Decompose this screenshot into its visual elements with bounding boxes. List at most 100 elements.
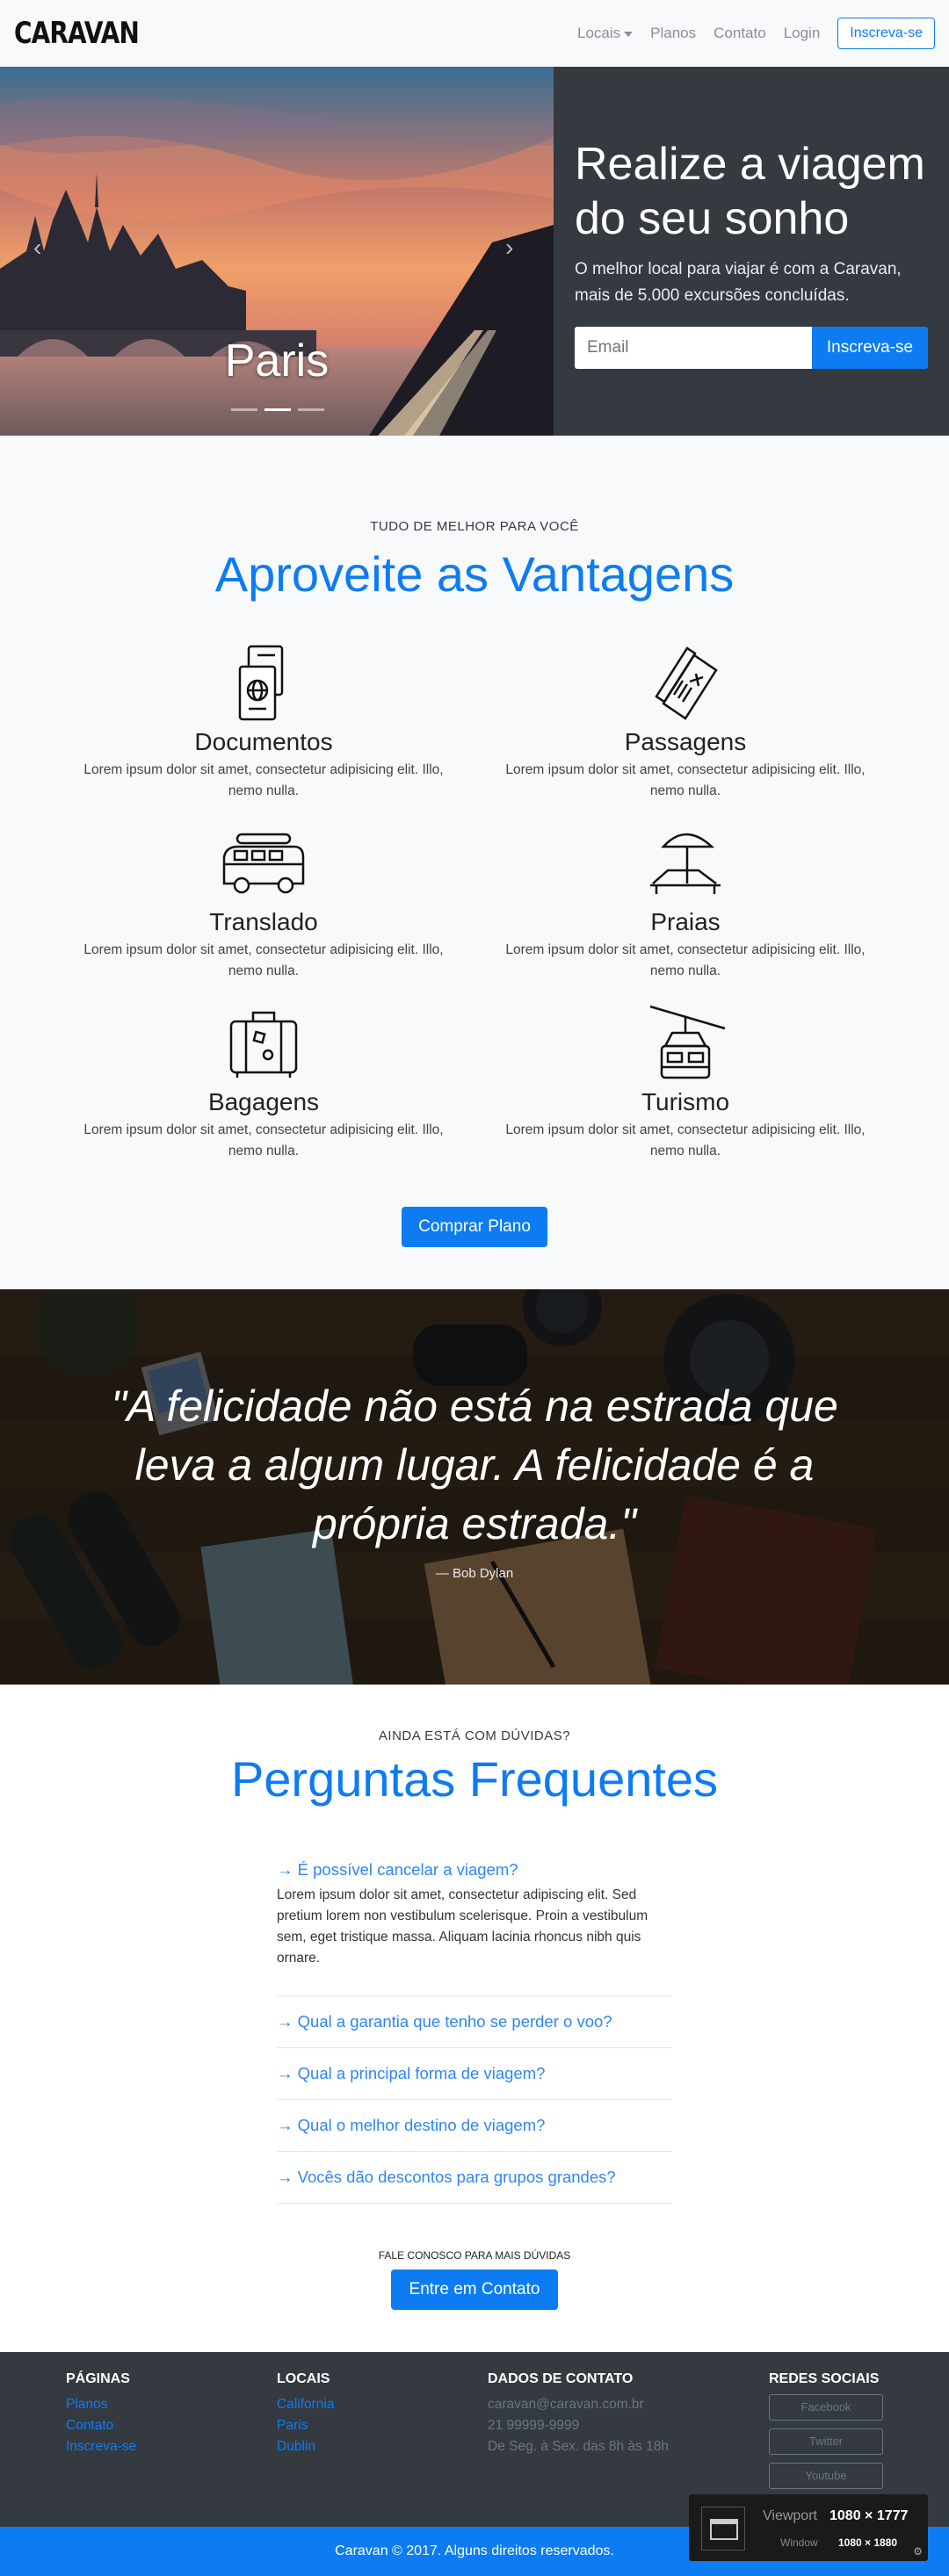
feature-passagens: Passagens Lorem ipsum dolor sit amet, co…	[492, 642, 879, 802]
feature-praias: Praias Lorem ipsum dolor sit amet, conse…	[492, 822, 879, 982]
faq-item[interactable]: → Qual o melhor destino de viagem?	[277, 2100, 672, 2152]
cable-car-icon	[649, 1005, 726, 1079]
carousel-indicator[interactable]	[231, 408, 257, 411]
twitter-button[interactable]: Twitter	[769, 2428, 883, 2455]
hero-section: ‹ › Paris Realize a viagem do seu sonho …	[0, 67, 949, 436]
feature-bagagens: Bagagens Lorem ipsum dolor sit amet, con…	[70, 1002, 457, 1162]
feature-translado: Translado Lorem ipsum dolor sit amet, co…	[70, 822, 457, 982]
carousel-next-icon[interactable]: ›	[505, 234, 513, 262]
window-icon	[701, 2507, 745, 2551]
window-value: 1080 × 1880	[838, 2536, 898, 2549]
nav-links: Locais Planos Contato Login Inscreva-se	[569, 18, 935, 49]
signup-form: Inscreva-se	[575, 327, 928, 369]
carousel-indicator-active[interactable]	[264, 408, 291, 411]
footer-link-paris[interactable]: Paris	[277, 2415, 334, 2436]
footer-pages: PÁGINAS Planos Contato Inscreva-se	[66, 2371, 136, 2457]
gear-icon[interactable]: ⚙	[913, 2545, 923, 2558]
faq-section: AINDA ESTÁ COM DÚVIDAS? Perguntas Freque…	[0, 1685, 949, 2352]
faq-item[interactable]: → É possível cancelar a viagem? Lorem ip…	[277, 1860, 672, 1996]
email-input[interactable]	[575, 327, 812, 369]
features-title: Aproveite as Vantagens	[214, 546, 735, 602]
footer-contact: DADOS DE CONTATO caravan@caravan.com.br …	[488, 2371, 669, 2457]
nav-link-login[interactable]: Login	[775, 25, 829, 42]
feature-title: Bagagens	[207, 1088, 320, 1115]
faq-question[interactable]: → É possível cancelar a viagem?	[277, 1860, 672, 1880]
feature-title: Translado	[209, 908, 318, 935]
signup-button[interactable]: Inscreva-se	[812, 327, 928, 369]
nav-link-label: Locais	[577, 25, 621, 41]
feature-text: Lorem ipsum dolor sit amet, consectetur …	[505, 762, 866, 798]
faq-title: Perguntas Frequentes	[230, 1751, 719, 1807]
faq-item[interactable]: → Qual a garantia que tenho se perder o …	[277, 1996, 672, 2048]
footer-locations: LOCAIS California Paris Dublin	[277, 2371, 334, 2457]
quote-text: "A felicidade não está na estrada que le…	[111, 1382, 838, 1548]
feature-text: Lorem ipsum dolor sit amet, consectetur …	[83, 762, 444, 798]
footer-social: REDES SOCIAIS Facebook Twitter Youtube	[769, 2371, 883, 2497]
hero-subtitle: O melhor local para viajar é com a Carav…	[575, 260, 902, 305]
features-section: TUDO DE MELHOR PARA VOCÊ Aproveite as Va…	[0, 436, 949, 1289]
faq-item[interactable]: → Vocês dão descontos para grupos grande…	[277, 2152, 672, 2204]
footer-link-california[interactable]: California	[277, 2394, 334, 2415]
footer-heading: LOCAIS	[277, 2371, 330, 2386]
nav-link-contato[interactable]: Contato	[705, 25, 775, 42]
feature-text: Lorem ipsum dolor sit amet, consectetur …	[83, 1122, 444, 1158]
feature-text: Lorem ipsum dolor sit amet, consectetur …	[505, 1122, 866, 1158]
feature-title: Praias	[650, 908, 721, 935]
carousel-indicator[interactable]	[298, 408, 324, 411]
faq-answer: Lorem ipsum dolor sit amet, consectetur …	[277, 1887, 648, 1966]
youtube-button[interactable]: Youtube	[769, 2463, 883, 2489]
van-icon	[222, 833, 305, 894]
navbar: CARAVAN Locais Planos Contato Login Insc…	[0, 0, 949, 67]
faq-item[interactable]: → Qual a principal forma de viagem?	[277, 2048, 672, 2100]
feature-text: Lorem ipsum dolor sit amet, consectetur …	[505, 942, 866, 978]
faq-question[interactable]: → Qual o melhor destino de viagem?	[277, 2116, 672, 2135]
brand-logo[interactable]: CARAVAN	[14, 16, 140, 51]
suitcase-icon	[229, 1011, 298, 1078]
feature-turismo: Turismo Lorem ipsum dolor sit amet, cons…	[492, 1002, 879, 1162]
footer-link-inscreva[interactable]: Inscreva-se	[66, 2436, 136, 2457]
faq-question[interactable]: → Qual a garantia que tenho se perder o …	[277, 2012, 672, 2031]
faq-question[interactable]: → Vocês dão descontos para grupos grande…	[277, 2168, 672, 2187]
nav-link-locais[interactable]: Locais	[569, 25, 641, 42]
features-tag: TUDO DE MELHOR PARA VOCÊ	[370, 519, 579, 534]
footer-heading: REDES SOCIAIS	[769, 2371, 880, 2386]
window-label: Window	[780, 2536, 818, 2549]
footer-heading: PÁGINAS	[66, 2371, 130, 2386]
nav-link-planos[interactable]: Planos	[641, 25, 705, 42]
faq-tag: AINDA ESTÁ COM DÚVIDAS?	[378, 1728, 571, 1743]
feature-title: Documentos	[194, 728, 333, 755]
faq-question[interactable]: → Qual a principal forma de viagem?	[277, 2064, 672, 2083]
hero-title: Realize a viagem do seu sonho	[575, 139, 925, 244]
contact-phone: 21 99999-9999	[488, 2418, 580, 2433]
footer-heading: DADOS DE CONTATO	[488, 2371, 634, 2386]
caret-down-icon	[624, 31, 634, 37]
faq-list: → É possível cancelar a viagem? Lorem ip…	[277, 1860, 672, 2204]
viewport-size-overlay: Viewport 1080 × 1777 Window 1080 × 1880 …	[689, 2494, 928, 2561]
feature-documentos: Documentos Lorem ipsum dolor sit amet, c…	[70, 642, 457, 802]
footer-link-dublin[interactable]: Dublin	[277, 2436, 334, 2457]
carousel-prev-icon[interactable]: ‹	[33, 234, 41, 262]
signup-nav-button[interactable]: Inscreva-se	[837, 18, 935, 49]
passport-icon	[238, 645, 284, 721]
feature-title: Passagens	[624, 728, 747, 755]
feature-text: Lorem ipsum dolor sit amet, consectetur …	[83, 942, 444, 978]
footer-link-contato[interactable]: Contato	[66, 2415, 136, 2436]
viewport-label: Viewport	[763, 2508, 817, 2523]
facebook-button[interactable]: Facebook	[769, 2394, 883, 2421]
beach-icon	[650, 833, 721, 894]
quote-section: "A felicidade não está na estrada que le…	[0, 1289, 949, 1685]
hero-signup-panel: Realize a viagem do seu sonho O melhor l…	[554, 67, 949, 436]
quote-author: — Bob Dylan	[435, 1566, 514, 1581]
carousel-caption: Paris	[224, 336, 330, 386]
contact-hours: De Seg. à Sex. das 8h às 18h	[488, 2439, 669, 2454]
viewport-value: 1080 × 1777	[829, 2508, 909, 2523]
feature-title: Turismo	[641, 1088, 730, 1115]
carousel-indicators	[231, 408, 324, 411]
buy-plan-button[interactable]: Comprar Plano	[402, 1207, 547, 1247]
footer-link-planos[interactable]: Planos	[66, 2394, 136, 2415]
carousel: ‹ › Paris	[0, 67, 554, 436]
contact-email: caravan@caravan.com.br	[488, 2397, 644, 2412]
contact-button[interactable]: Entre em Contato	[391, 2269, 558, 2310]
ticket-icon	[655, 646, 718, 720]
contact-tag: FALE CONOSCO PARA MAIS DÚVIDAS	[378, 2249, 571, 2262]
